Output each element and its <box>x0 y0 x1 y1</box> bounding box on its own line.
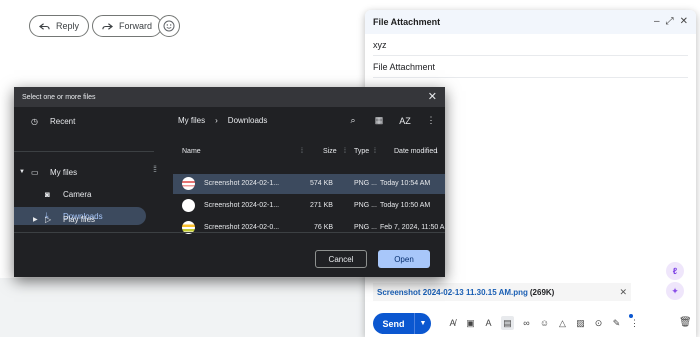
play-icon: ▷ <box>45 214 52 224</box>
column-headers: Name ⁞ Size ⁞ Type ⁞ Date modified ↓ <box>160 146 445 160</box>
column-type[interactable]: Type <box>354 148 369 155</box>
column-date[interactable]: Date modified <box>394 148 437 155</box>
sidebar-item-recent[interactable]: ◷ Recent <box>14 112 146 130</box>
remove-attachment-icon[interactable]: ✕ <box>619 287 627 298</box>
file-date: Today 10:50 AM <box>380 202 431 209</box>
emoji-reaction-button[interactable] <box>158 15 180 37</box>
forward-button[interactable]: Forward <box>92 15 163 37</box>
message-footer-area <box>0 278 380 337</box>
text-format-icon[interactable]: A <box>483 316 494 330</box>
attachment-chip[interactable]: Screenshot 2024-02-13 11.30.15 AM.png (2… <box>373 283 631 301</box>
translate-icon[interactable]: ▣ <box>465 316 476 330</box>
column-resize-icon[interactable]: ⁞ <box>374 148 376 155</box>
file-picker-dialog: Select one or more files ✕ ◷ Recent ▼ ▭ … <box>14 87 445 277</box>
sidebar-item-label: Play files <box>63 214 96 224</box>
file-thumbnail <box>182 199 195 212</box>
send-button[interactable]: Send <box>373 313 414 334</box>
dialog-close-icon[interactable]: ✕ <box>428 91 437 103</box>
file-size: 574 KB <box>310 180 333 187</box>
caret-right-icon[interactable]: ▶ <box>33 216 38 223</box>
drive-icon[interactable]: △ <box>557 316 568 330</box>
dialog-titlebar: Select one or more files ✕ <box>14 87 445 107</box>
grid-view-icon[interactable]: ▦ <box>373 115 385 126</box>
clock-icon: ◷ <box>31 116 38 126</box>
file-row[interactable]: Screenshot 2024-02-1... 574 KB PNG ... T… <box>173 174 445 194</box>
sidebar-item-label: Recent <box>50 116 76 126</box>
to-field[interactable]: xyz <box>373 34 688 56</box>
search-icon[interactable]: ⌕ <box>347 115 359 126</box>
minimize-icon[interactable]: – <box>654 17 660 27</box>
sidebar-item-label: Camera <box>63 189 92 199</box>
laptop-icon: ▭ <box>31 167 39 177</box>
breadcrumb-downloads[interactable]: Downloads <box>228 116 268 125</box>
open-button[interactable]: Open <box>378 250 430 268</box>
sidebar-item-label: My files <box>50 167 78 177</box>
sidebar-item-camera[interactable]: ◙ Camera <box>14 185 146 203</box>
file-date: Today 10:54 AM <box>380 180 431 187</box>
file-size: 271 KB <box>310 202 333 209</box>
insert-photo-icon[interactable]: ▨ <box>575 316 586 330</box>
attachment-name: Screenshot 2024-02-13 11.30.15 AM.png <box>377 287 528 297</box>
caret-down-icon[interactable]: ▼ <box>19 169 25 175</box>
file-size: 76 KB <box>314 224 334 231</box>
breadcrumb-my-files[interactable]: My files <box>178 116 205 125</box>
more-vert-icon[interactable]: ⋮ <box>425 115 437 126</box>
file-toolbar: ⌕ ▦ AZ ⋮ <box>347 115 437 126</box>
chevron-right-icon: › <box>215 116 218 125</box>
gemini-extension-icon[interactable]: ℓ <box>666 262 684 280</box>
reply-icon <box>39 22 50 30</box>
subject-value: File Attachment <box>373 61 436 72</box>
notification-dot <box>629 314 633 318</box>
attach-file-icon[interactable]: ▤ <box>501 316 514 330</box>
column-name[interactable]: Name <box>182 148 201 155</box>
sidebar-divider <box>14 151 154 152</box>
sparkle-icon[interactable]: ✦ <box>666 282 684 300</box>
column-resize-icon[interactable]: ⁞ <box>344 148 346 155</box>
file-thumbnail <box>182 177 195 190</box>
file-type: PNG ... <box>354 224 377 231</box>
dialog-title: Select one or more files <box>22 93 96 101</box>
file-type: PNG ... <box>354 180 377 187</box>
spellcheck-icon[interactable]: A̸ <box>447 316 458 330</box>
reply-button[interactable]: Reply <box>29 15 90 37</box>
to-value: xyz <box>373 39 387 50</box>
insert-link-icon[interactable]: ∞ <box>521 316 532 330</box>
file-type: PNG ... <box>354 202 377 209</box>
cancel-button[interactable]: Cancel <box>315 250 367 268</box>
file-name: Screenshot 2024-02-1... <box>204 180 280 187</box>
sort-arrow-icon[interactable]: ↓ <box>435 148 439 155</box>
forward-label: Forward <box>119 21 153 31</box>
file-list-pane: My files › Downloads ⌕ ▦ AZ ⋮ Name ⁞ Siz… <box>160 107 445 234</box>
file-name: Screenshot 2024-02-1... <box>204 202 280 209</box>
sort-button[interactable]: AZ <box>399 116 411 126</box>
column-size[interactable]: Size <box>323 148 337 155</box>
reply-label: Reply <box>56 21 80 31</box>
send-group: Send ▼ <box>373 313 431 334</box>
smiley-icon <box>163 20 175 32</box>
compose-title: File Attachment <box>373 17 441 27</box>
more-options-icon[interactable]: ⋮ <box>629 316 640 330</box>
camera-icon: ◙ <box>45 189 50 199</box>
sidebar-resize-handle[interactable]: ⁞⁞ <box>153 165 157 174</box>
attachment-size: (269K) <box>529 287 555 297</box>
forward-icon <box>102 22 113 30</box>
send-options-button[interactable]: ▼ <box>414 313 431 334</box>
close-icon[interactable]: ✕ <box>680 17 688 27</box>
emoji-icon[interactable]: ☺ <box>539 316 550 330</box>
breadcrumb: My files › Downloads <box>178 116 267 125</box>
sidebar-item-play-files[interactable]: ▶ ▷ Play files <box>14 210 146 228</box>
file-date: Feb 7, 2024, 11:50 A <box>380 224 445 231</box>
confidential-mode-icon[interactable]: ⊙ <box>593 316 604 330</box>
expand-icon[interactable]: ⤢ <box>666 17 674 27</box>
dialog-footer: Cancel Open <box>14 232 445 277</box>
sidebar-item-my-files[interactable]: ▼ ▭ My files <box>14 163 146 181</box>
column-resize-icon[interactable]: ⁞ <box>301 148 303 155</box>
subject-field[interactable]: File Attachment <box>373 56 688 78</box>
discard-draft-icon[interactable]: 🗑 <box>679 317 692 328</box>
compose-toolbar: A̸ ▣ A ▤ ∞ ☺ △ ▨ ⊙ ✎ ⋮ <box>447 316 640 330</box>
file-row[interactable]: Screenshot 2024-02-1... 271 KB PNG ... T… <box>173 196 445 216</box>
compose-header: File Attachment – ⤢ ✕ <box>365 10 696 34</box>
file-name: Screenshot 2024-02-0... <box>204 224 280 231</box>
signature-icon[interactable]: ✎ <box>611 316 622 330</box>
